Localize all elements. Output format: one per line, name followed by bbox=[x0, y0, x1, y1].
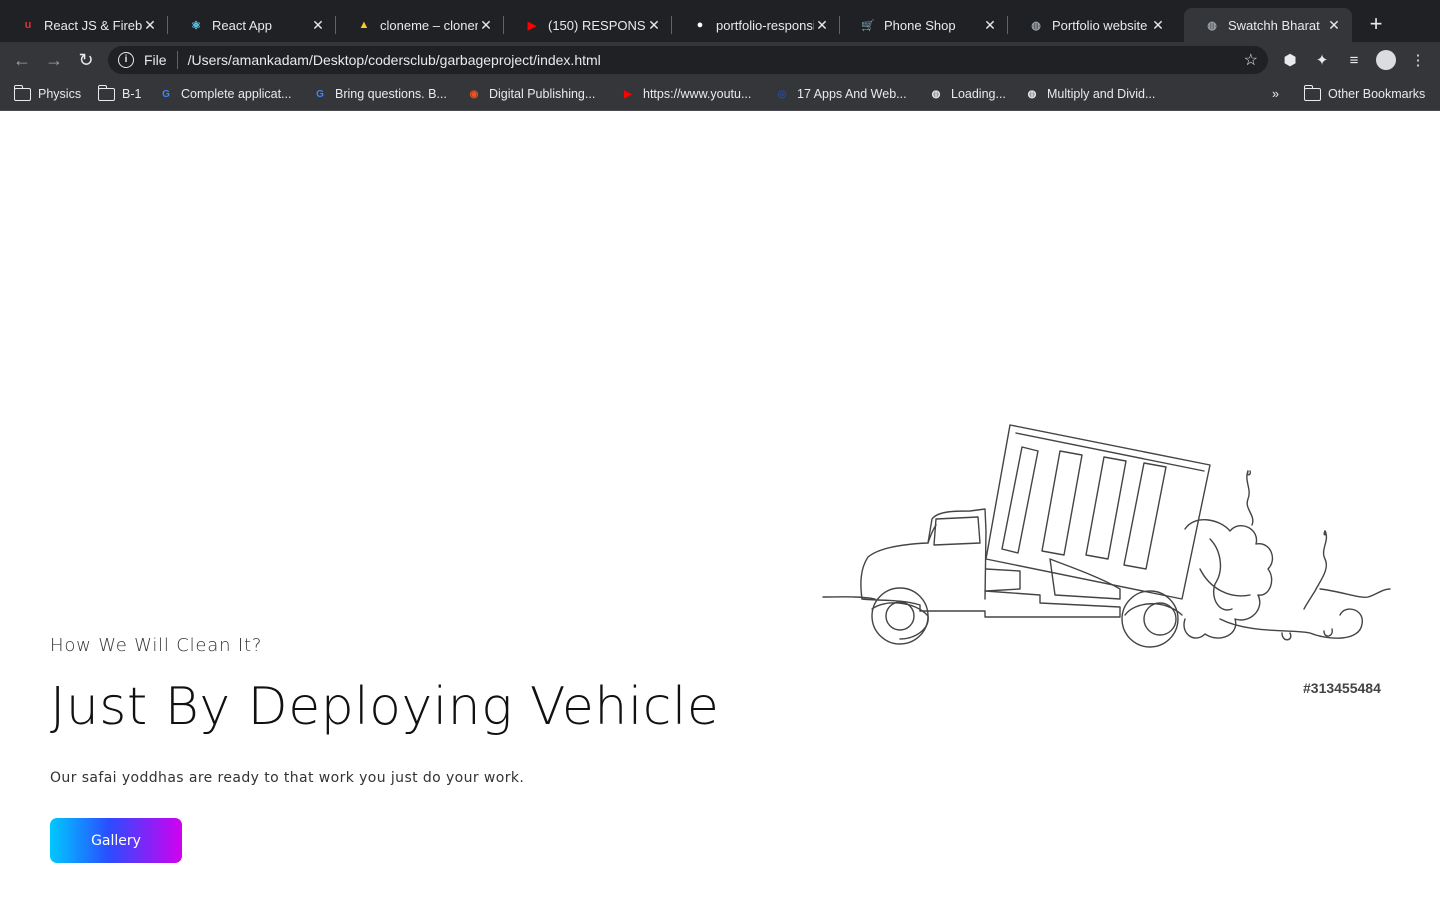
new-tab-button[interactable]: + bbox=[1366, 13, 1386, 37]
close-tab-icon[interactable]: ✕ bbox=[1326, 17, 1342, 34]
close-tab-icon[interactable]: ✕ bbox=[814, 17, 830, 34]
back-arrow-icon: ← bbox=[13, 49, 31, 70]
bookmark-item[interactable]: ◎ 17 Apps And Web... bbox=[774, 85, 907, 103]
folder-icon bbox=[97, 84, 115, 101]
forward-arrow-icon: → bbox=[45, 49, 63, 70]
bookmark-item[interactable]: ◍ Multiply and Divid... bbox=[1024, 85, 1156, 103]
gallery-button[interactable]: Gallery bbox=[50, 818, 182, 863]
back-button[interactable]: ← bbox=[10, 48, 34, 72]
browser-tab[interactable]: ◍ Swatchh Bharat ✕ bbox=[1184, 8, 1352, 42]
bookmark-item[interactable]: ◍ Loading... bbox=[928, 85, 1006, 103]
bookmark-item[interactable]: ▶ https://www.youtu... bbox=[620, 85, 751, 103]
bookmark-label: https://www.youtu... bbox=[643, 87, 752, 101]
publishing-icon: ◉ bbox=[469, 88, 479, 100]
bookmark-label: Bring questions. B... bbox=[335, 87, 447, 101]
bookmark-label: B-1 bbox=[122, 87, 142, 101]
close-tab-icon[interactable]: ✕ bbox=[646, 17, 662, 34]
section-heading: Just By Deploying Vehicle bbox=[50, 677, 720, 737]
address-scheme: File bbox=[144, 52, 167, 68]
bookmark-label: Digital Publishing... bbox=[489, 87, 596, 101]
garbage-truck-illustration bbox=[822, 424, 1391, 648]
tab-title: React JS & Firebase bbox=[44, 17, 142, 33]
reload-button[interactable]: ↻ bbox=[74, 48, 98, 72]
bookmarks-overflow-button[interactable]: » bbox=[1272, 85, 1279, 103]
globe-icon: ◍ bbox=[1207, 19, 1217, 32]
browser-tab[interactable]: ▲ cloneme – cloneme✕ bbox=[336, 8, 504, 42]
browser-tab[interactable]: ● portfolio-responsive✕ bbox=[672, 8, 840, 42]
page-viewport: #313455484 How We Will Clean It? Just By… bbox=[0, 111, 1440, 900]
tab-title: Phone Shop bbox=[884, 17, 956, 33]
firebase-icon: ▲ bbox=[358, 19, 370, 31]
profile-avatar[interactable] bbox=[1376, 50, 1396, 70]
bookmark-star-icon[interactable]: ☆ bbox=[1244, 50, 1258, 70]
globe-icon: ◍ bbox=[1031, 19, 1041, 32]
other-bookmarks-label: Other Bookmarks bbox=[1328, 87, 1426, 101]
globe-icon: ◍ bbox=[1027, 88, 1037, 100]
close-tab-icon[interactable]: ✕ bbox=[1150, 17, 1166, 34]
other-bookmarks-folder[interactable]: Other Bookmarks bbox=[1303, 84, 1426, 103]
youtube-icon: ▶ bbox=[527, 19, 537, 32]
bookmark-item[interactable]: B-1 bbox=[97, 84, 142, 103]
bookmark-item[interactable]: G Bring questions. B... bbox=[312, 85, 447, 103]
tab-title: React App bbox=[212, 17, 272, 33]
browser-tab[interactable]: ▶ (150) RESPONSIVE✕ bbox=[504, 8, 672, 42]
bookmark-label: Complete applicat... bbox=[181, 87, 292, 101]
browser-tab[interactable]: ◍ Portfolio website c ✕ bbox=[1008, 8, 1176, 42]
tab-title: Swatchh Bharat bbox=[1228, 17, 1320, 33]
address-bar[interactable]: i File /Users/amankadam/Desktop/coderscl… bbox=[108, 46, 1268, 74]
google-icon: G bbox=[162, 88, 170, 100]
extensions-puzzle-icon[interactable]: ✦ bbox=[1312, 50, 1332, 70]
tab-title: (150) RESPONSIVE bbox=[548, 17, 646, 33]
site-icon: ◎ bbox=[777, 88, 787, 100]
tab-title: Portfolio website c bbox=[1052, 17, 1150, 33]
extension-cube-icon[interactable]: ⬢ bbox=[1280, 50, 1300, 70]
cart-icon: 🛒 bbox=[861, 19, 875, 32]
folder-icon bbox=[13, 84, 31, 101]
bookmark-label: 17 Apps And Web... bbox=[797, 87, 907, 101]
github-icon: ● bbox=[696, 19, 704, 31]
bookmarks-bar: Physics B-1 G Complete applicat... G Bring qu… bbox=[0, 78, 1440, 111]
google-icon: G bbox=[316, 88, 324, 100]
section-subheading: How We Will Clean It? bbox=[50, 635, 263, 656]
youtube-icon: ▶ bbox=[624, 88, 632, 100]
browser-tab[interactable]: 🛒 Phone Shop ✕ bbox=[840, 8, 1008, 42]
address-divider bbox=[176, 51, 178, 69]
tab-title: cloneme – cloneme bbox=[380, 17, 478, 33]
bookmark-label: Physics bbox=[38, 87, 82, 101]
tab-strip: uReact JS & Firebase✕⚛React App✕▲cloneme… bbox=[0, 0, 1440, 42]
bookmark-item[interactable]: G Complete applicat... bbox=[158, 85, 291, 103]
globe-icon: ◍ bbox=[931, 88, 941, 100]
browser-toolbar: ← → ↻ i File /Users/amankadam/Desktop/co… bbox=[0, 42, 1440, 78]
browser-tab[interactable]: ⚛ React App ✕ bbox=[168, 8, 336, 42]
close-tab-icon[interactable]: ✕ bbox=[982, 17, 998, 34]
image-watermark: #313455484 bbox=[1303, 680, 1381, 696]
react-icon: ⚛ bbox=[191, 19, 201, 32]
forward-button[interactable]: → bbox=[42, 48, 66, 72]
address-url[interactable]: /Users/amankadam/Desktop/codersclub/garb… bbox=[188, 52, 601, 68]
browser-tab[interactable]: u React JS & Firebase✕ bbox=[0, 8, 168, 42]
media-queue-icon[interactable]: ≡ bbox=[1344, 50, 1364, 70]
section-paragraph: Our safai yoddhas are ready to that work… bbox=[50, 770, 525, 786]
reload-icon: ↻ bbox=[78, 49, 94, 70]
bookmark-item[interactable]: ◉ Digital Publishing... bbox=[466, 85, 596, 103]
bookmark-label: Loading... bbox=[951, 87, 1006, 101]
close-tab-icon[interactable]: ✕ bbox=[310, 17, 326, 34]
close-tab-icon[interactable]: ✕ bbox=[142, 17, 158, 34]
menu-kebab-icon[interactable]: ⋮ bbox=[1408, 50, 1428, 70]
react-js-tutorial-icon: u bbox=[24, 19, 32, 31]
bookmark-label: Multiply and Divid... bbox=[1047, 87, 1156, 101]
tab-title: portfolio-responsive bbox=[716, 17, 814, 33]
folder-icon bbox=[1303, 84, 1321, 101]
bookmark-item[interactable]: Physics bbox=[13, 84, 82, 103]
site-info-icon[interactable]: i bbox=[118, 52, 134, 68]
close-tab-icon[interactable]: ✕ bbox=[478, 17, 494, 34]
